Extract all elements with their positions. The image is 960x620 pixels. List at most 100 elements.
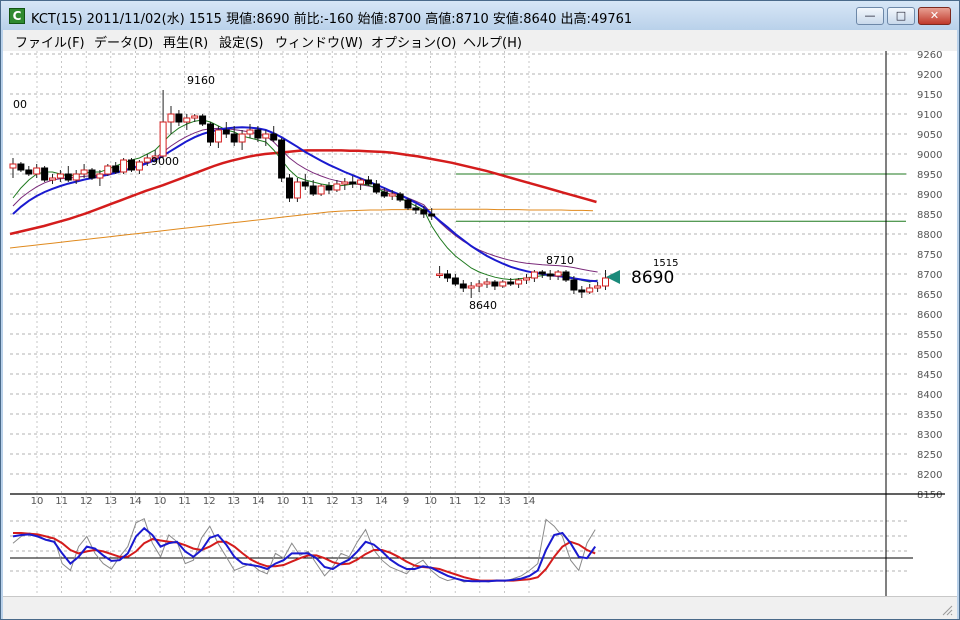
candle-body [325, 185, 333, 191]
app-window: C KCT(15) 2011/11/02(水) 1515 現値:8690 前比:… [0, 0, 960, 620]
window-title: KCT(15) 2011/11/02(水) 1515 現値:8690 前比:-1… [31, 12, 633, 27]
time-tick-label: 14 [252, 496, 265, 507]
left-edge-label: 00 [13, 98, 27, 111]
candle-body [128, 159, 135, 171]
candle-body [554, 271, 562, 277]
time-tick-label: 11 [178, 496, 191, 507]
minimize-button[interactable]: — [856, 7, 884, 25]
close-button[interactable]: ✕ [918, 7, 951, 25]
candle-body [293, 181, 301, 199]
price-tick-label: 8750 [917, 250, 942, 261]
candle-body [301, 181, 309, 187]
price-tick-label: 8850 [917, 210, 942, 221]
time-tick-label: 14 [375, 496, 388, 507]
title-bar[interactable]: C KCT(15) 2011/11/02(水) 1515 現値:8690 前比:… [1, 1, 959, 30]
candle-body [349, 181, 357, 185]
candle-body [436, 273, 444, 276]
high-label-2: 8710 [546, 254, 574, 267]
close-icon: ✕ [929, 9, 940, 22]
price-tick-label: 9000 [917, 150, 942, 161]
candle-body [388, 193, 396, 197]
price-tick-label: 8150 [917, 490, 942, 501]
price-tick-label: 8350 [917, 410, 942, 421]
menu-file[interactable]: ファイル(F) [15, 32, 85, 51]
high-label: 9160 [187, 74, 215, 87]
candle-body [191, 115, 199, 119]
candle-body [444, 273, 451, 279]
candle-body [135, 161, 143, 171]
maximize-icon: □ [895, 9, 907, 22]
price-tick-label: 8450 [917, 370, 942, 381]
time-tick-label: 11 [301, 496, 314, 507]
menu-window[interactable]: ウィンドウ(W) [275, 32, 363, 51]
candle-body [230, 133, 238, 143]
price-tick-label: 8950 [917, 170, 942, 181]
candle-body [546, 273, 554, 277]
time-tick-label: 10 [424, 496, 437, 507]
time-tick-label: 13 [104, 496, 117, 507]
candle-body [467, 285, 475, 289]
price-tick-label: 8650 [917, 290, 942, 301]
candle-body [570, 279, 578, 291]
time-tick-label: 12 [80, 496, 93, 507]
resize-grip-icon[interactable] [941, 604, 953, 616]
candle-body [530, 271, 538, 279]
menu-replay[interactable]: 再生(R) [163, 32, 208, 51]
time-tick-label: 12 [473, 496, 486, 507]
candle-body [562, 271, 570, 281]
price-tick-label: 9150 [917, 90, 942, 101]
time-tick-label: 14 [523, 496, 536, 507]
candle-body [72, 173, 80, 181]
price-tick-label: 8250 [917, 450, 942, 461]
price-tick-label: 9200 [917, 70, 942, 81]
candle-body [602, 277, 609, 287]
candle-body [222, 129, 230, 135]
candle-body [270, 133, 278, 141]
price-tick-label: 8900 [917, 190, 942, 201]
candle-body [317, 185, 325, 195]
menu-help[interactable]: ヘルプ(H) [463, 32, 522, 51]
menu-options[interactable]: オプション(O) [371, 32, 456, 51]
time-tick-label: 9 [403, 496, 409, 507]
candle-body [49, 177, 56, 181]
price-chart[interactable]: 9260 9200 9150 9100 9050 9000 8950 8900 8850 8800… [3, 50, 957, 596]
time-tick-label: 10 [31, 496, 44, 507]
candle-body [167, 113, 175, 123]
candle-body [428, 213, 436, 217]
candle-body [183, 117, 191, 123]
chart-area[interactable]: 9260 9200 9150 9100 9050 9000 8950 8900 8850 8800… [3, 50, 957, 596]
candle-body [120, 159, 128, 173]
price-tick-label: 8400 [917, 390, 942, 401]
candle-body [262, 133, 270, 139]
menu-bar: ファイル(F) データ(D) 再生(R) 設定(S) ウィンドウ(W) オプショ… [3, 30, 957, 51]
price-tick-label: 9260 [917, 51, 942, 61]
price-tick-label: 9050 [917, 130, 942, 141]
candle-body [365, 179, 372, 185]
candle-body [491, 281, 499, 287]
candle-body [41, 167, 49, 181]
menu-settings[interactable]: 設定(S) [219, 32, 263, 51]
candle-body [412, 207, 420, 211]
price-tick-label: 9100 [917, 110, 942, 121]
price-tick-label: 8200 [917, 470, 942, 481]
candle-body [507, 281, 515, 285]
low-label-2: 8640 [469, 299, 497, 312]
price-tick-label: 8600 [917, 310, 942, 321]
price-tick-label: 8700 [917, 270, 942, 281]
candle-body [25, 169, 33, 175]
candle-body [207, 123, 214, 143]
candle-body [515, 279, 523, 285]
candle-body [333, 183, 341, 191]
candle-body [199, 115, 207, 125]
maximize-button[interactable]: □ [887, 7, 915, 25]
candle-body [499, 281, 507, 287]
menu-data[interactable]: データ(D) [94, 32, 153, 51]
candle-body [254, 129, 262, 139]
minimize-icon: — [864, 9, 876, 22]
time-tick-label: 13 [350, 496, 363, 507]
candle-body [380, 191, 388, 197]
app-icon[interactable]: C [9, 8, 25, 24]
last-price-label: 8690 [631, 268, 674, 288]
candle-body [286, 177, 293, 199]
candle-body [143, 157, 151, 163]
